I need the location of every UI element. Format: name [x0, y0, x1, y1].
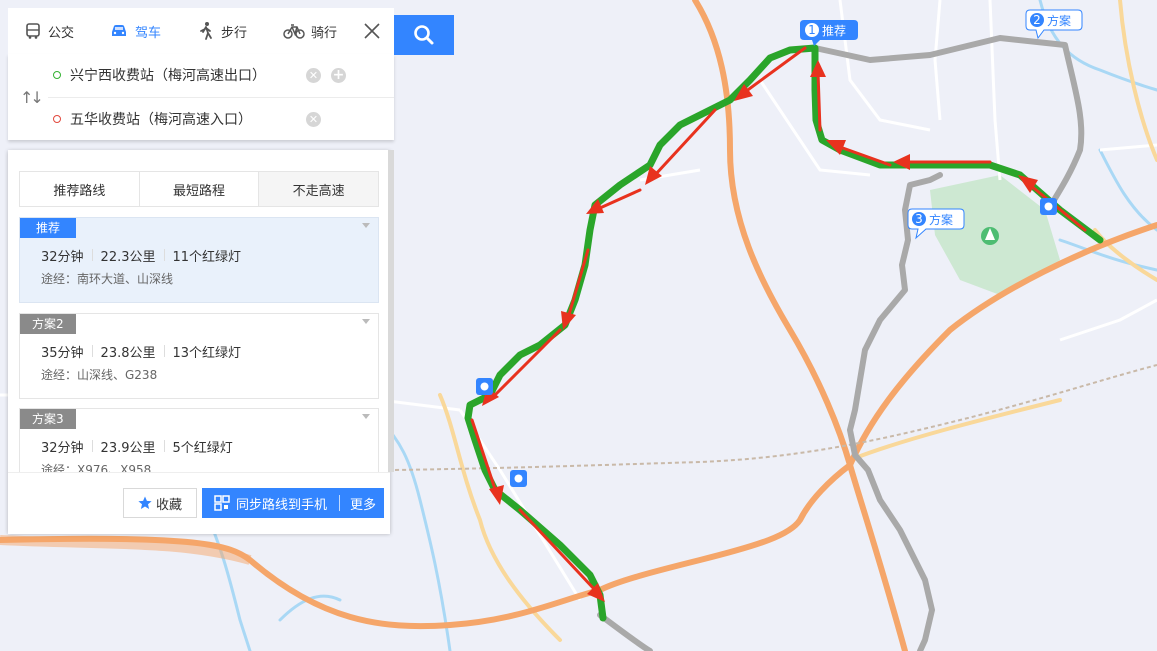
- tab-walk-label: 步行: [221, 25, 248, 41]
- results-scrollbar[interactable]: [388, 150, 394, 472]
- end-row: 五华收费站（梅河高速入口） ✕: [8, 98, 394, 140]
- route-distance: 23.9公里: [100, 441, 156, 456]
- tab-bike[interactable]: 骑行: [283, 8, 337, 54]
- chevron-down-icon[interactable]: [362, 414, 370, 419]
- route-preference-tabs: 推荐路线 最短路程 不走高速: [19, 171, 379, 207]
- chevron-down-icon[interactable]: [362, 223, 370, 228]
- svg-text:1: 1: [808, 23, 816, 37]
- star-icon: [138, 496, 152, 509]
- route-card-2[interactable]: 方案2 35分钟 23.8公里 13个红绿灯 途经：山深线、G238: [19, 313, 379, 399]
- route-lights: 5个红绿灯: [172, 441, 233, 456]
- search-button[interactable]: [394, 15, 454, 55]
- tab-shortest[interactable]: 最短路程: [140, 172, 260, 206]
- route-lights: 11个红绿灯: [172, 250, 242, 265]
- route-time: 35分钟: [41, 346, 84, 361]
- car-icon: [112, 25, 126, 36]
- more-button[interactable]: 更多: [350, 494, 376, 513]
- bus-icon: [26, 23, 40, 39]
- toll-station-icon: [510, 470, 527, 487]
- route-badge: 推荐: [20, 218, 77, 238]
- svg-text:2: 2: [1033, 13, 1041, 27]
- add-stop-icon[interactable]: +: [331, 67, 346, 83]
- park-icon: [981, 227, 999, 245]
- toll-station-icon: [1040, 198, 1057, 215]
- route-time: 32分钟: [41, 441, 84, 456]
- route-via: 途经：山深线、G238: [41, 368, 158, 382]
- route-distance: 22.3公里: [100, 250, 156, 265]
- clear-end-icon[interactable]: ✕: [306, 111, 321, 127]
- route-card-1[interactable]: 推荐 32分钟 22.3公里 11个红绿灯 途经：南环大道、山深线: [19, 217, 379, 303]
- svg-text:3: 3: [915, 212, 923, 226]
- qr-icon: [214, 495, 230, 511]
- tab-bus-label: 公交: [48, 25, 75, 41]
- route-card-3[interactable]: 方案3 32分钟 23.9公里 5个红绿灯 途经：X976、X958: [19, 408, 379, 474]
- bike-icon: [283, 24, 305, 39]
- route-inputs: ↑↓ 兴宁西收费站（梅河高速出口） ✕ + 五华收费站（梅河高速入口） ✕: [8, 54, 394, 140]
- route-time: 32分钟: [41, 250, 84, 265]
- favorite-button[interactable]: 收藏: [123, 488, 197, 518]
- route-stats: 35分钟 23.8公里 13个红绿灯: [41, 342, 241, 361]
- search-icon: [414, 25, 434, 45]
- start-row: 兴宁西收费站（梅河高速出口） ✕ +: [8, 54, 394, 96]
- sync-to-phone-button[interactable]: 同步路线到手机 更多: [202, 488, 384, 518]
- tab-drive-label: 驾车: [135, 25, 162, 41]
- walk-icon: [200, 22, 212, 40]
- route-via: 途经：南环大道、山深线: [41, 272, 174, 286]
- clear-start-icon[interactable]: ✕: [306, 67, 321, 83]
- start-dot-icon: [53, 71, 61, 79]
- tab-walk[interactable]: 步行: [197, 8, 247, 54]
- tab-bus[interactable]: 公交: [24, 8, 74, 54]
- transport-mode-bar: 公交 驾车 步行 骑行: [8, 8, 394, 55]
- results-footer: 收藏 同步路线到手机 更多: [8, 472, 390, 534]
- favorite-label: 收藏: [155, 497, 182, 513]
- route-stats: 32分钟 22.3公里 11个红绿灯: [41, 246, 241, 265]
- divider: [339, 495, 341, 511]
- svg-text:方案: 方案: [929, 212, 953, 227]
- svg-text:推荐: 推荐: [822, 24, 846, 38]
- route-badge: 方案2: [20, 314, 76, 334]
- tab-bike-label: 骑行: [311, 25, 338, 41]
- sync-label: 同步路线到手机: [236, 497, 328, 513]
- svg-text:方案: 方案: [1047, 13, 1071, 28]
- start-field[interactable]: 兴宁西收费站（梅河高速出口）: [70, 65, 266, 85]
- tab-no-highway[interactable]: 不走高速: [259, 172, 379, 206]
- close-icon[interactable]: [363, 22, 381, 40]
- route-results: 推荐路线 最短路程 不走高速 推荐 32分钟 22.3公里 11个红绿灯 途经：…: [8, 150, 390, 534]
- route-badge: 方案3: [20, 409, 76, 429]
- end-dot-icon: [53, 115, 61, 123]
- route-distance: 23.8公里: [100, 346, 156, 361]
- tab-recommended[interactable]: 推荐路线: [20, 172, 140, 206]
- route-stats: 32分钟 23.9公里 5个红绿灯: [41, 437, 233, 456]
- chevron-down-icon[interactable]: [362, 319, 370, 324]
- tab-drive[interactable]: 驾车: [109, 8, 161, 54]
- toll-station-icon: [476, 378, 493, 395]
- end-field[interactable]: 五华收费站（梅河高速入口）: [70, 109, 252, 129]
- route-lights: 13个红绿灯: [172, 346, 242, 361]
